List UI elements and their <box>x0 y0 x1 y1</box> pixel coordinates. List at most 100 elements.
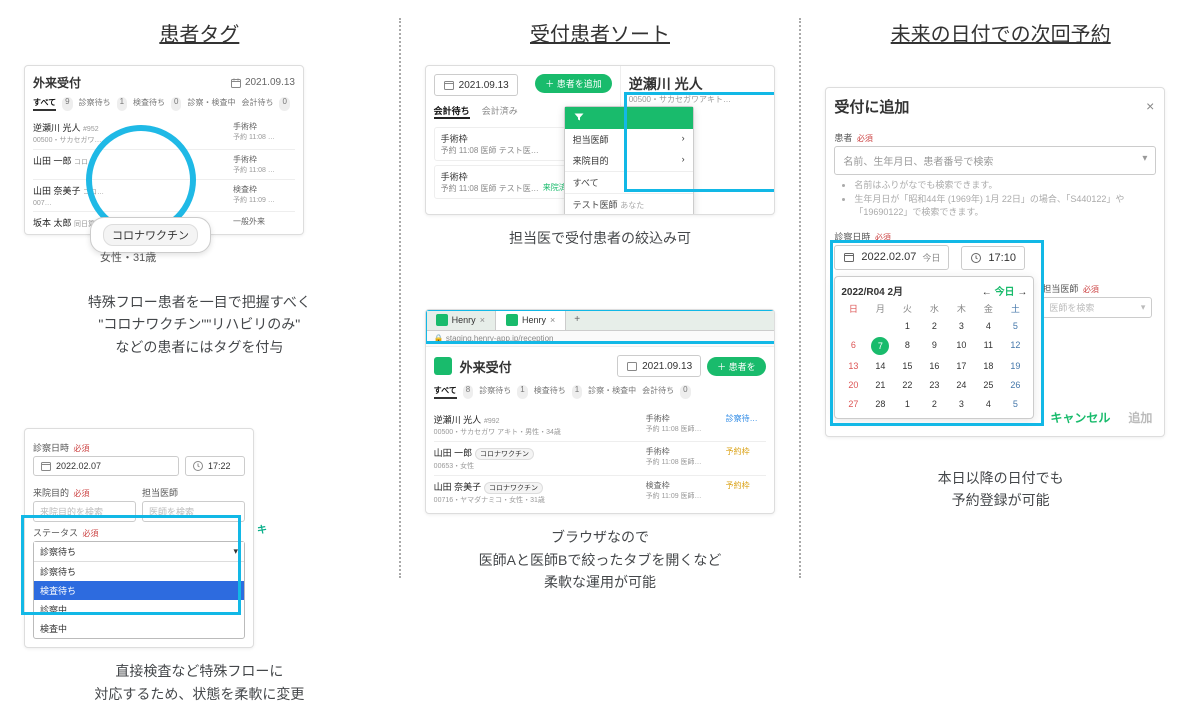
time-input[interactable]: 17:22 <box>185 456 245 476</box>
calendar-day[interactable]: 9 <box>922 337 946 355</box>
chevron-right-icon: › <box>682 154 685 167</box>
patient-row[interactable]: 逆瀬川 光人 #99200500・サカセガワ アキト・男性・34歳 手術枠予約 … <box>434 409 766 442</box>
tab-in-exam[interactable]: 診察・検査中 <box>187 97 235 111</box>
doctor-input[interactable]: 医師を検索 ▾ <box>1042 297 1152 318</box>
sort-option[interactable]: すべて <box>565 171 693 193</box>
label-purpose: 来院目的 <box>33 488 69 498</box>
tab[interactable]: 診察・検査中 <box>588 385 636 399</box>
doctor-input[interactable]: 医師を検索 <box>142 501 245 522</box>
calendar-day[interactable]: 27 <box>841 396 865 412</box>
calendar-day[interactable]: 12 <box>1003 337 1027 355</box>
status-option[interactable]: 検査中 <box>34 619 244 638</box>
calendar-day[interactable]: 14 <box>868 358 892 374</box>
date-value: 2021.09.13 <box>245 77 295 88</box>
today-button[interactable]: 今日 <box>995 287 1015 298</box>
add-patient-button[interactable]: ＋ 患者を <box>707 357 766 376</box>
status-option[interactable]: 診察待ち <box>34 562 244 581</box>
calendar-popup[interactable]: 2022/R04 2月 ← 今日 → 日月火水木金土12345678910111… <box>834 276 1034 419</box>
calendar-day[interactable]: 22 <box>895 377 919 393</box>
sort-label-purpose: 来院目的 <box>573 154 609 167</box>
browser-tab[interactable]: Henry × <box>426 310 496 330</box>
add-button[interactable]: 追加 <box>1128 409 1152 426</box>
close-button[interactable]: × <box>1146 98 1154 114</box>
calendar-day[interactable]: 6 <box>841 337 865 355</box>
calendar-day[interactable] <box>868 318 892 334</box>
calendar-day[interactable]: 13 <box>841 358 865 374</box>
close-icon[interactable]: × <box>550 315 555 325</box>
column-title: 未来の日付での次回予約 <box>825 18 1176 47</box>
patient-row[interactable]: 山田 一郎 コロ… 手術枠予約 11:08 … <box>33 150 295 180</box>
calendar-day[interactable]: 23 <box>922 377 946 393</box>
calendar-day[interactable]: 17 <box>949 358 973 374</box>
chevron-down-icon: ▾ <box>233 546 238 557</box>
sort-dropdown[interactable]: 担当医師› 来院目的› すべて テスト医師 あなた テスト医師2 <box>564 106 694 215</box>
patient-row[interactable]: 山田 奈美子 コロナワクチン00716・ヤマダナミコ・女性・31歳 検査枠予約 … <box>434 476 766 509</box>
status-tabs[interactable]: すべて9 診察待ち1 検査待ち0 診察・検査中 会計待ち0 <box>33 97 295 111</box>
sort-option[interactable]: テスト医師 あなた <box>565 193 693 215</box>
app-logo-icon <box>434 357 452 375</box>
calendar-day[interactable]: 21 <box>868 377 892 393</box>
status-option[interactable]: 検査待ち <box>34 581 244 600</box>
patient-row[interactable]: 山田 一郎 コロナワクチン00653・女性 手術枠予約 11:08 医師… 予約… <box>434 442 766 476</box>
patient-row[interactable]: 逆瀬川 光人 #95200500・サカセガワ… 手術枠予約 11:08 … <box>33 117 295 150</box>
calendar-day[interactable]: 18 <box>976 358 1000 374</box>
time-input[interactable]: 17:10 <box>961 246 1025 270</box>
status-select[interactable]: 診察待ち ▾ 診察待ち 検査待ち 診察中 検査中 <box>33 541 245 639</box>
calendar-day[interactable]: 1 <box>895 318 919 334</box>
calendar-day[interactable]: 15 <box>895 358 919 374</box>
date-input[interactable]: 2021.09.13 <box>617 355 701 377</box>
patient-sub: 00500・サカセガワアキト… <box>629 94 766 105</box>
calendar-day[interactable]: 7 <box>868 337 892 355</box>
calendar-day[interactable]: 20 <box>841 377 865 393</box>
caption: 担当医で受付患者の絞込み可 <box>425 227 776 249</box>
calendar-day[interactable]: 8 <box>895 337 919 355</box>
patient-search-input[interactable]: 名前、生年月日、患者番号で検索 ▾ <box>834 146 1156 175</box>
calendar-day[interactable]: 2 <box>922 318 946 334</box>
subtab-done[interactable]: 会計済み <box>482 104 518 119</box>
patient-row[interactable]: 山田 奈美子 コロ…007… 検査枠予約 11:09 … <box>33 180 295 212</box>
url-bar[interactable]: 🔒 staging.henry-app.jp/reception <box>426 331 774 347</box>
close-icon[interactable]: × <box>480 315 485 325</box>
cancel-button[interactable]: キャンセル <box>1050 409 1110 426</box>
calendar-day[interactable]: 11 <box>976 337 1000 355</box>
new-tab-button[interactable]: + <box>566 310 588 330</box>
tab-wait-test[interactable]: 検査待ち <box>133 97 165 111</box>
tab-wait-pay[interactable]: 会計待ち <box>241 97 273 111</box>
calendar-day[interactable]: 1 <box>895 396 919 412</box>
calendar-day[interactable]: 10 <box>949 337 973 355</box>
tab[interactable]: 会計待ち <box>642 385 674 399</box>
status-option[interactable]: 診察中 <box>34 600 244 619</box>
calendar-day[interactable]: 2 <box>922 396 946 412</box>
date-input[interactable]: 2022.02.07 今日 <box>834 245 949 270</box>
calendar-dow: 土 <box>1003 302 1027 315</box>
calendar-day[interactable]: 24 <box>949 377 973 393</box>
add-patient-button[interactable]: ＋ 患者を追加 <box>535 74 612 93</box>
calendar-day[interactable] <box>841 318 865 334</box>
calendar-day[interactable]: 4 <box>976 318 1000 334</box>
calendar-day[interactable]: 3 <box>949 396 973 412</box>
calendar-day[interactable]: 25 <box>976 377 1000 393</box>
calendar-day[interactable]: 4 <box>976 396 1000 412</box>
tab-wait-exam[interactable]: 診察待ち <box>79 97 111 111</box>
calendar-day[interactable]: 5 <box>1003 318 1027 334</box>
tab-all[interactable]: すべて <box>33 97 56 111</box>
tab[interactable]: 検査待ち <box>534 385 566 399</box>
caption: 本日以降の日付でも 予約登録が可能 <box>825 467 1176 512</box>
calendar-day[interactable]: 19 <box>1003 358 1027 374</box>
date-input[interactable]: 2021.09.13 <box>434 74 518 96</box>
browser-tab[interactable]: Henry × <box>496 310 566 330</box>
calendar-day[interactable]: 16 <box>922 358 946 374</box>
tab[interactable]: 診察待ち <box>479 385 511 399</box>
next-month-button[interactable]: → <box>1017 287 1027 298</box>
tab-all[interactable]: すべて <box>434 385 457 399</box>
calendar-day[interactable]: 26 <box>1003 377 1027 393</box>
date-input[interactable]: 2022.02.07 <box>33 456 179 476</box>
calendar-day[interactable]: 28 <box>868 396 892 412</box>
subtab-wait[interactable]: 会計待ち <box>434 104 470 119</box>
tag-chip[interactable]: コロナワクチン <box>103 224 198 246</box>
calendar-day[interactable]: 3 <box>949 318 973 334</box>
cancel-text[interactable]: キ <box>257 521 267 536</box>
calendar-day[interactable]: 5 <box>1003 396 1027 412</box>
purpose-input[interactable]: 来院目的を検索 <box>33 501 136 522</box>
prev-month-button[interactable]: ← <box>982 287 992 298</box>
